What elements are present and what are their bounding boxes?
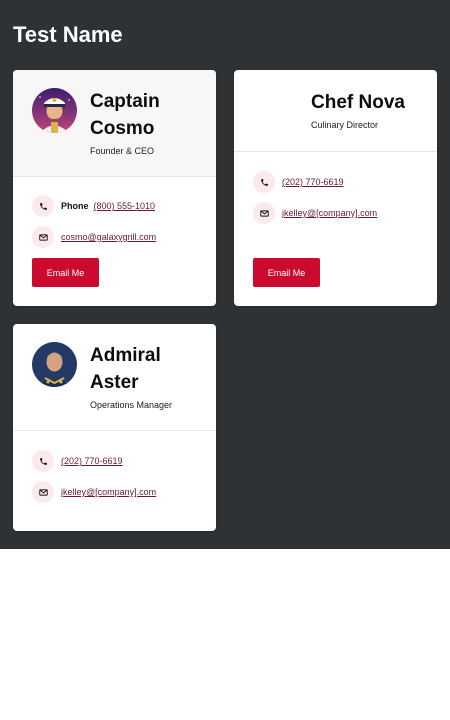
phone-row: (202) 770-6619 [32,450,123,472]
member-name-line2: Cosmo [90,118,155,139]
email-link[interactable]: jkelley@[company].com [282,208,377,218]
phone-link[interactable]: (202) 770-6619 [282,177,344,187]
card-header: Captain Cosmo Founder & CEO [13,70,216,177]
envelope-icon [253,202,275,224]
email-link[interactable]: jkelley@[company].com [61,487,156,497]
email-link[interactable]: cosmo@galaxygrill.com [61,232,156,242]
phone-row: (202) 770-6619 [253,171,344,193]
email-row: cosmo@galaxygrill.com [32,226,156,248]
team-card-chef-nova: Chef Nova Culinary Director (202) 770-66… [234,70,437,306]
avatar [32,342,77,387]
phone-link[interactable]: (202) 770-6619 [61,456,123,466]
team-card-admiral-aster: Admiral Aster Operations Manager (202) 7… [13,324,216,531]
member-name-line2: Aster [90,372,139,393]
avatar [32,88,77,133]
member-name-line1: Admiral [90,345,161,366]
team-card-captain-cosmo: Captain Cosmo Founder & CEO Phone (800) … [13,70,216,306]
member-role: Operations Manager [90,400,173,410]
email-me-button[interactable]: Email Me [32,258,99,287]
phone-icon [32,450,54,472]
card-header: Chef Nova Culinary Director [234,70,437,152]
phone-icon [253,171,275,193]
content-panel: Test Name Captain Cosmo Founder & CEO Ph… [0,0,450,549]
card-header: Admiral Aster Operations Manager [13,324,216,431]
member-role: Culinary Director [311,120,379,130]
page-title: Test Name [13,22,123,47]
member-name-line1: Captain [90,91,160,112]
email-row: jkelley@[company].com [253,202,377,224]
member-role: Founder & CEO [90,146,155,156]
phone-row: Phone (800) 555-1010 [32,195,155,217]
phone-icon [32,195,54,217]
member-name: Chef Nova [311,92,405,113]
envelope-icon [32,226,54,248]
phone-link[interactable]: (800) 555-1010 [94,201,156,211]
email-row: jkelley@[company].com [32,481,156,503]
phone-label: Phone [61,201,89,211]
envelope-icon [32,481,54,503]
email-me-button[interactable]: Email Me [253,258,320,287]
